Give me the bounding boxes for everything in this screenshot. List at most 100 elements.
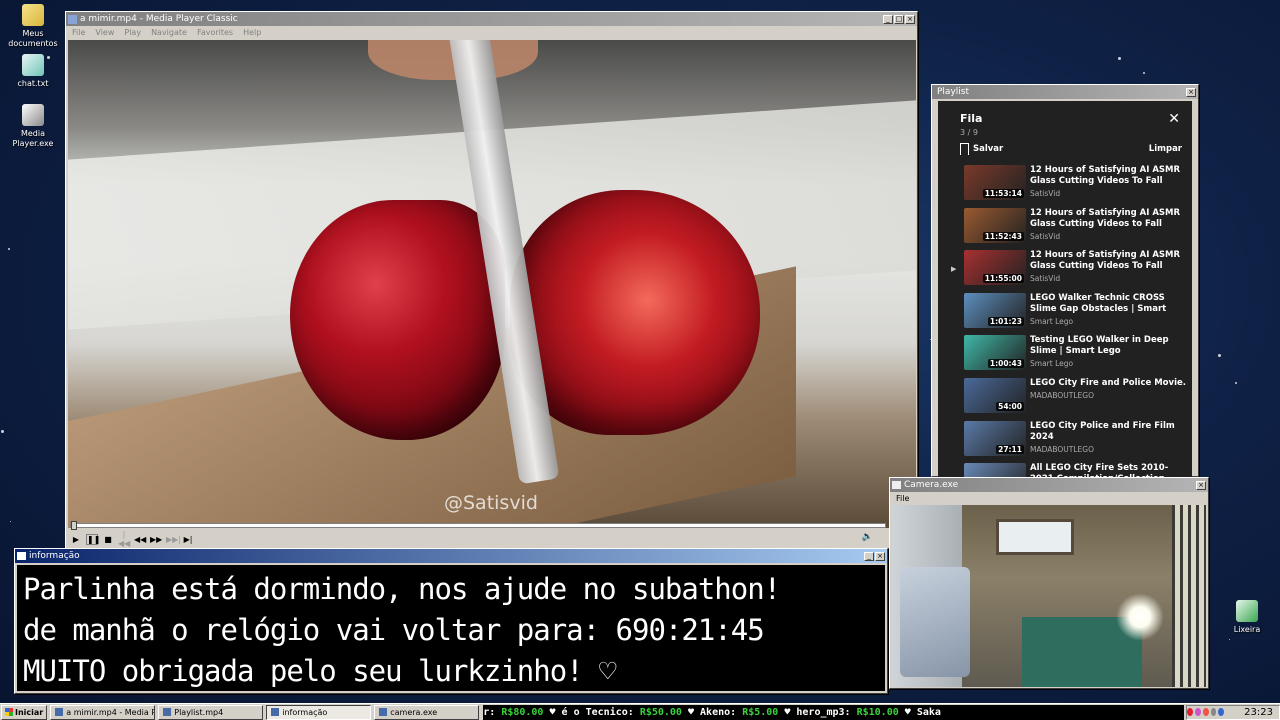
frame-step-icon[interactable]: ▶| <box>182 535 194 544</box>
queue-item[interactable]: All LEGO City Fire Sets 2010-2021 Compil… <box>938 463 1192 477</box>
video-duration: 54:00 <box>996 401 1024 411</box>
video-channel: SatisVid <box>1030 189 1061 198</box>
menu-navigate[interactable]: Navigate <box>151 28 187 37</box>
menu-file[interactable]: File <box>72 28 85 37</box>
star <box>10 521 11 522</box>
queue-item[interactable]: 1:00:43 Testing LEGO Walker in Deep Slime… <box>938 335 1192 378</box>
video-channel: Smart Lego <box>1030 359 1074 369</box>
stop-icon[interactable]: ■ <box>102 535 114 544</box>
player-titlebar[interactable]: a mimir.mp4 - Media Player Classic _ □ × <box>66 12 917 26</box>
clear-button[interactable]: Limpar <box>1149 144 1182 154</box>
volume-icon[interactable]: 🔈 <box>862 532 873 542</box>
video-title[interactable]: 12 Hours of Satisfying AI ASMR Glass Cut… <box>1030 208 1186 230</box>
maximize-button[interactable]: □ <box>894 14 904 24</box>
now-playing-icon: ▶ <box>951 265 957 274</box>
close-button[interactable]: × <box>1196 480 1206 490</box>
camera-window[interactable]: Camera.exe × File <box>889 477 1209 689</box>
queue-item[interactable]: 54:00 LEGO City Fire and Police Movie. MAD… <box>938 377 1192 421</box>
video-thumbnail[interactable]: 11:52:43 <box>964 207 1026 243</box>
desktop-icon-label: Media Player.exe <box>12 129 54 148</box>
skip-back-icon[interactable]: |◀◀ <box>118 530 130 548</box>
play-icon[interactable]: ▶ <box>70 535 82 544</box>
info-title: informação <box>29 551 80 561</box>
queue-item[interactable]: 11:53:14 12 Hours of Satisfying AI ASMR G… <box>938 165 1192 208</box>
rewind-icon[interactable]: ◀◀ <box>134 535 146 544</box>
close-button[interactable]: × <box>875 551 885 561</box>
video-title[interactable]: LEGO City Police and Fire Film 2024 <box>1030 421 1186 443</box>
pause-icon[interactable]: ❚❚ <box>86 533 100 545</box>
taskbar-button-player[interactable]: a mimir.mp4 - Media Playe... <box>50 704 156 720</box>
close-button[interactable]: × <box>1186 87 1196 97</box>
menu-help[interactable]: Help <box>243 28 261 37</box>
queue-item[interactable]: 11:52:43 12 Hours of Satisfying AI ASMR G… <box>938 207 1192 251</box>
taskbar-button-playlist[interactable]: Playlist.mp4 <box>158 704 264 720</box>
minimize-button[interactable]: _ <box>883 14 893 24</box>
start-button[interactable]: Iniciar <box>1 704 48 720</box>
close-icon[interactable]: ✕ <box>1168 111 1180 127</box>
camera-titlebar[interactable]: Camera.exe × <box>890 478 1208 492</box>
video-thumbnail[interactable]: 27:11 <box>964 420 1026 456</box>
video-thumbnail[interactable]: 54:00 <box>964 377 1026 413</box>
camera-app-icon <box>892 481 901 489</box>
star <box>1218 354 1221 357</box>
video-title[interactable]: All LEGO City Fire Sets 2010-2021 Compil… <box>1030 463 1186 477</box>
star <box>1 430 4 433</box>
fast-forward-icon[interactable]: ▶▶ <box>150 535 162 544</box>
video-thumbnail[interactable]: 11:55:00 <box>964 250 1026 286</box>
menu-play[interactable]: Play <box>124 28 141 37</box>
video-red-jelly-right <box>510 190 760 435</box>
seek-knob[interactable] <box>71 521 77 530</box>
queue-item[interactable]: ▶ 11:55:00 12 Hours of Satisfying AI ASMR … <box>938 250 1192 293</box>
media-player-icon <box>22 104 44 126</box>
info-titlebar[interactable]: informação _ × <box>15 549 887 563</box>
taskbar-button-info[interactable]: informação <box>266 704 372 720</box>
video-thumbnail[interactable] <box>964 463 1026 477</box>
camera-room-window <box>996 519 1074 555</box>
window-app-icon <box>17 552 26 560</box>
video-title[interactable]: LEGO Walker Technic CROSS Slime Gap Obst… <box>1030 293 1186 315</box>
video-title[interactable]: LEGO City Fire and Police Movie. <box>1030 378 1186 389</box>
task-label: a mimir.mp4 - Media Playe... <box>66 707 154 717</box>
mpc-app-icon <box>68 14 77 24</box>
media-player-window[interactable]: a mimir.mp4 - Media Player Classic _ □ ×… <box>65 11 918 549</box>
video-thumbnail[interactable]: 11:53:14 <box>964 165 1026 200</box>
info-window[interactable]: informação _ × Parlinha está dormindo, n… <box>14 548 888 694</box>
desktop-icon-my-documents[interactable]: Meus documentos <box>0 4 66 49</box>
tray-icon[interactable] <box>1202 708 1209 716</box>
star <box>1143 72 1145 74</box>
queue-item[interactable]: 1:01:23 LEGO Walker Technic CROSS Slime G… <box>938 292 1192 336</box>
tray-icon[interactable] <box>1187 708 1193 716</box>
video-thumbnail[interactable]: 1:01:23 <box>964 292 1026 328</box>
skip-forward-icon[interactable]: ▶▶| <box>166 535 181 544</box>
menu-file[interactable]: File <box>896 494 909 503</box>
video-title[interactable]: 12 Hours of Satisfying AI ASMR Glass Cut… <box>1030 165 1186 187</box>
seek-bar[interactable] <box>70 521 886 530</box>
taskbar: Iniciar a mimir.mp4 - Media Playe... Pla… <box>0 703 1280 720</box>
tray-icon[interactable] <box>1210 708 1217 716</box>
minimize-button[interactable]: _ <box>864 551 874 561</box>
desktop-icon-media-player[interactable]: Media Player.exe <box>0 104 66 149</box>
camera-title: Camera.exe <box>904 480 959 490</box>
queue-item[interactable]: 27:11 LEGO City Police and Fire Film 2024… <box>938 420 1192 464</box>
tray-icon[interactable] <box>1218 708 1225 716</box>
video-title[interactable]: 12 Hours of Satisfying AI ASMR Glass Cut… <box>1030 250 1186 272</box>
info-line: Parlinha está dormindo, nos ajude no sub… <box>23 572 781 606</box>
close-button[interactable]: × <box>905 14 915 24</box>
menu-view[interactable]: View <box>95 28 114 37</box>
taskbar-button-camera[interactable]: camera.exe <box>374 704 480 720</box>
video-title[interactable]: Testing LEGO Walker in Deep Slime | Smar… <box>1030 335 1186 357</box>
tray-icon[interactable] <box>1194 708 1201 716</box>
save-button[interactable]: Salvar <box>960 143 1003 155</box>
donation-ticker: r: R$80.00 ♥ é o Tecnico: R$50.00 ♥ Aken… <box>483 704 1184 720</box>
playlist-titlebar[interactable]: Playlist × <box>932 85 1198 99</box>
desktop-icon-chat-txt[interactable]: chat.txt <box>0 54 66 89</box>
player-title: a mimir.mp4 - Media Player Classic <box>80 14 238 24</box>
clock[interactable]: 23:23 <box>1244 707 1273 718</box>
video-thumbnail[interactable]: 1:00:43 <box>964 335 1026 371</box>
video-duration: 11:53:14 <box>982 189 1024 198</box>
video-area[interactable]: @Satisvid <box>68 40 916 528</box>
desktop-icon-recycle-bin[interactable]: Lixeira <box>1214 600 1280 635</box>
task-label: informação <box>282 707 328 717</box>
menu-favorites[interactable]: Favorites <box>197 28 233 37</box>
playlist-window[interactable]: Playlist × Fila 3 / 9 ✕ Salvar Limpar 11… <box>931 84 1199 477</box>
